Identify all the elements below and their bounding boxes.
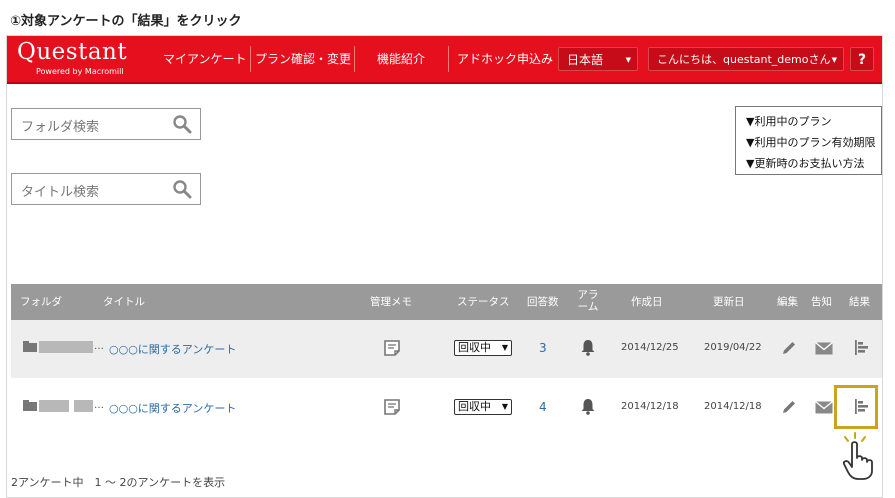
survey-title-link[interactable]: ○○○に関するアンケート (109, 341, 236, 357)
memo-icon[interactable] (383, 339, 401, 357)
help-button[interactable]: ? (850, 47, 874, 71)
plan-link-payment[interactable]: ▼更新時のお支払い方法 (746, 155, 864, 171)
chevron-down-icon: ▼ (501, 402, 508, 411)
ellipsis: … (94, 341, 104, 352)
redacted-folder-name (39, 400, 69, 412)
col-notify: 告知 (811, 296, 832, 308)
survey-title-link[interactable]: ○○○に関するアンケート (109, 400, 236, 416)
plan-info-box: ▼利用中のプラン ▼利用中のプラン有効期限 ▼更新時のお支払い方法 (735, 106, 882, 175)
result-highlight-box (834, 385, 878, 429)
status-select[interactable]: 回収中 ▼ (454, 340, 512, 356)
folder-icon (23, 400, 37, 411)
nav-adhoc-application[interactable]: アドホック申込み (457, 36, 553, 82)
logo-wordmark: Questant (17, 39, 128, 65)
col-alarm: アラーム (577, 289, 599, 313)
col-created[interactable]: 作成日 (631, 284, 663, 320)
language-label: 日本語 (567, 53, 604, 67)
col-status[interactable]: ステータス (457, 284, 510, 320)
logo-subtitle: Powered by Macromill (36, 67, 124, 76)
status-select[interactable]: 回収中 ▼ (454, 399, 512, 415)
bar-chart-icon[interactable] (854, 339, 870, 356)
search-icon[interactable] (172, 114, 192, 134)
nav-my-surveys[interactable]: マイアンケート (163, 36, 247, 82)
folder-search-input[interactable]: フォルダ検索 (11, 108, 201, 140)
status-value: 回収中 (458, 341, 491, 354)
nav-separator (448, 46, 449, 72)
ellipsis: … (94, 400, 104, 411)
nav-plan-settings[interactable]: プラン確認・変更 (255, 36, 351, 82)
created-date: 2014/12/18 (621, 401, 679, 412)
bell-icon[interactable] (580, 339, 596, 356)
envelope-icon[interactable] (815, 401, 833, 414)
chevron-down-icon: ▼ (625, 56, 631, 64)
plan-link-current[interactable]: ▼利用中のプラン (746, 113, 831, 129)
col-result: 結果 (849, 296, 870, 308)
questant-logo[interactable]: Questant Powered by Macromill (17, 39, 129, 77)
col-responses[interactable]: 回答数 (527, 284, 559, 320)
table-row: … ○○○に関するアンケート 回収中 ▼ 3 2014/12/25 2019/0… (11, 320, 882, 378)
nav-features[interactable]: 機能紹介 (377, 36, 425, 82)
folder-icon (23, 341, 37, 352)
nav-separator (354, 46, 355, 72)
memo-icon[interactable] (383, 398, 401, 416)
col-title[interactable]: タイトル (103, 284, 145, 320)
survey-table-header: フォルダ タイトル 管理メモ ステータス 回答数 アラーム 作成日 更新日 編集… (11, 284, 882, 320)
chevron-down-icon: ▼ (501, 343, 508, 352)
hand-pointer-icon (842, 432, 873, 480)
created-date: 2014/12/25 (621, 342, 679, 353)
greeting-text: こんにちは、questant_demoさん (657, 53, 831, 66)
user-menu[interactable]: こんにちは、questant_demoさん ▼ (648, 47, 844, 71)
envelope-icon[interactable] (815, 342, 833, 355)
table-row: … ○○○に関するアンケート 回収中 ▼ 4 2014/12/18 2014/1… (11, 379, 882, 437)
status-value: 回収中 (458, 400, 491, 413)
response-count-link[interactable]: 3 (539, 341, 547, 355)
redacted-folder-name (74, 400, 93, 412)
chevron-down-icon: ▼ (831, 56, 837, 64)
nav-separator (250, 46, 251, 72)
updated-date: 2014/12/18 (704, 401, 762, 412)
redacted-folder-name (39, 341, 93, 353)
folder-search-placeholder: フォルダ検索 (21, 120, 100, 135)
title-search-input[interactable]: タイトル検索 (11, 173, 201, 205)
pencil-icon[interactable] (781, 399, 797, 415)
response-count-link[interactable]: 4 (539, 400, 547, 414)
title-search-placeholder: タイトル検索 (21, 185, 100, 200)
updated-date: 2019/04/22 (704, 342, 762, 353)
instruction-text: ①対象アンケートの「結果」をクリック (10, 14, 242, 29)
search-icon[interactable] (172, 179, 192, 199)
col-memo: 管理メモ (370, 296, 412, 308)
plan-link-expiry[interactable]: ▼利用中のプラン有効期限 (746, 134, 875, 150)
col-folder[interactable]: フォルダ (20, 284, 62, 320)
bell-icon[interactable] (580, 398, 596, 415)
col-updated[interactable]: 更新日 (713, 284, 745, 320)
top-nav-bar: Questant Powered by Macromill マイアンケート プラ… (7, 36, 882, 84)
result-count-text: 2アンケート中 1 ～ 2のアンケートを表示 (11, 476, 226, 489)
language-select[interactable]: 日本語 ▼ (558, 47, 638, 71)
app-window: Questant Powered by Macromill マイアンケート プラ… (6, 35, 883, 498)
col-edit: 編集 (777, 296, 798, 308)
pencil-icon[interactable] (781, 340, 797, 356)
